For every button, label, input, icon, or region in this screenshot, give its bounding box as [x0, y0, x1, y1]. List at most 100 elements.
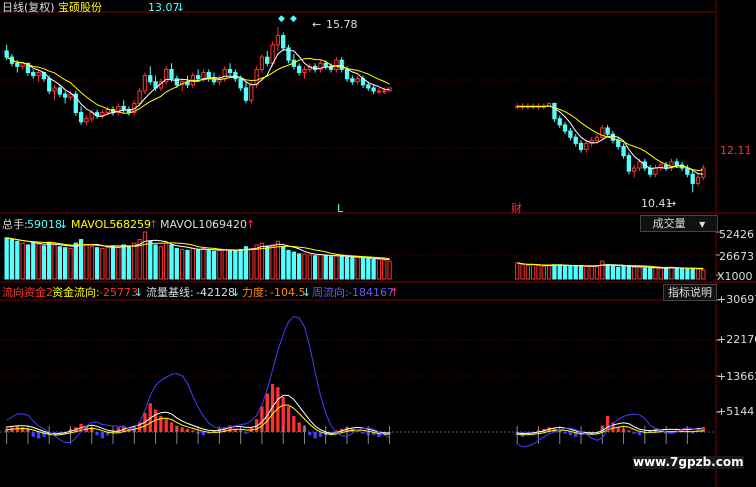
- flow-bar: [568, 432, 573, 436]
- volume-bar: [132, 242, 137, 280]
- flow-bar: [616, 427, 620, 432]
- period-label[interactable]: 日线(复权): [2, 1, 55, 14]
- volume-bar: [366, 257, 371, 280]
- volume-bar: [690, 267, 695, 280]
- candle-body: [653, 167, 658, 175]
- volume-bar: [552, 264, 557, 280]
- flow-axis-label: +5144: [717, 405, 755, 418]
- diamond-marker-icon: ◆: [290, 14, 297, 24]
- candle-body: [578, 142, 584, 151]
- volume-axis-label: 52426: [719, 228, 754, 241]
- force-value: -104.5: [270, 286, 306, 299]
- stock-name: 宝硕股份: [58, 1, 102, 14]
- volume-bar: [653, 266, 658, 280]
- candle-body: [84, 118, 89, 123]
- volume-bar: [169, 244, 174, 280]
- force-label: 力度:: [242, 286, 268, 299]
- mavol5-label: MAVOL5:: [71, 218, 121, 231]
- candle-body: [105, 109, 110, 114]
- mavol10-value: 69420: [212, 218, 247, 231]
- volume-bar: [4, 237, 9, 280]
- high-arrow-icon: ←: [312, 18, 322, 31]
- volume-bar: [536, 265, 541, 280]
- volume-bar: [371, 258, 376, 280]
- flow-axis-label: +13662: [717, 370, 756, 383]
- candle-body: [227, 68, 233, 74]
- candle-body: [281, 35, 286, 49]
- volume-bar: [116, 247, 121, 280]
- indicator-selector[interactable]: 成交量 ▼: [640, 215, 718, 232]
- volume-bar: [525, 265, 530, 280]
- volume-bar: [20, 242, 25, 280]
- event-marker-cai[interactable]: 财: [511, 202, 522, 215]
- candle-body: [233, 72, 238, 80]
- volume-bar: [153, 244, 158, 280]
- candle-body: [47, 78, 52, 92]
- flow-bar: [100, 432, 105, 439]
- candle-body: [573, 136, 578, 144]
- candle-body: [137, 90, 142, 104]
- candle-body: [695, 176, 701, 184]
- candle-body: [148, 75, 153, 83]
- chevron-down-icon: ▼: [699, 220, 706, 229]
- volume-bar: [217, 249, 222, 280]
- event-marker-L[interactable]: L: [337, 202, 343, 215]
- volume-bar: [195, 248, 201, 280]
- volume-bar: [594, 265, 600, 280]
- flow-bar: [164, 419, 168, 432]
- volume-bar: [685, 268, 690, 280]
- volume-bar: [589, 265, 594, 280]
- candle-body: [562, 124, 568, 132]
- volume-bar: [573, 265, 578, 280]
- volume-bar: [31, 242, 36, 280]
- volume-axis-unit: X1000: [717, 270, 753, 283]
- candle-body: [350, 78, 355, 83]
- mavol10-label: MAVOL10:: [160, 218, 217, 231]
- flow-bar: [244, 432, 248, 434]
- candle-body: [254, 68, 259, 86]
- flow-bar: [691, 432, 695, 434]
- candle-body: [594, 136, 600, 141]
- candle-body: [568, 130, 573, 138]
- volume-bar: [312, 255, 318, 280]
- volume-bar: [9, 239, 15, 280]
- candle-body: [270, 44, 275, 64]
- flow-bar: [563, 432, 567, 434]
- volume-bar: [25, 244, 31, 280]
- volume-bar: [233, 250, 238, 280]
- volume-bar: [270, 244, 275, 280]
- volume-bar: [254, 244, 259, 280]
- candle-body: [52, 87, 57, 92]
- candle-body: [376, 90, 382, 93]
- volume-bar: [57, 246, 62, 280]
- volume-bar: [515, 262, 520, 280]
- volume-bar: [387, 260, 392, 280]
- candle-body: [57, 87, 62, 95]
- candle-body: [297, 65, 302, 74]
- candle-body: [243, 87, 249, 101]
- candle-body: [121, 105, 126, 111]
- volume-bar: [185, 249, 190, 280]
- flow-bar: [201, 432, 206, 436]
- indicator-help-button[interactable]: 指标说明: [663, 284, 717, 301]
- volume-bar: [605, 264, 610, 280]
- volume-bar: [562, 265, 568, 280]
- candle-body: [334, 59, 339, 70]
- candle-body: [238, 78, 243, 89]
- volume-bar: [105, 246, 110, 280]
- volume-bar: [281, 246, 286, 280]
- volume-bar: [642, 267, 647, 280]
- price-ma10-line: [6, 56, 704, 172]
- flow-bar: [95, 432, 99, 436]
- volume-bar: [328, 256, 334, 280]
- volume-bar: [600, 260, 605, 280]
- candle-body: [632, 167, 637, 172]
- volume-bar: [249, 248, 254, 280]
- candle-body: [100, 112, 105, 117]
- volume-bar: [616, 266, 621, 280]
- candle-body: [382, 90, 387, 93]
- candle-body: [201, 72, 206, 80]
- diamond-marker-icon: ◆: [278, 14, 285, 24]
- candle-body: [355, 78, 360, 83]
- volume-bar: [355, 256, 360, 280]
